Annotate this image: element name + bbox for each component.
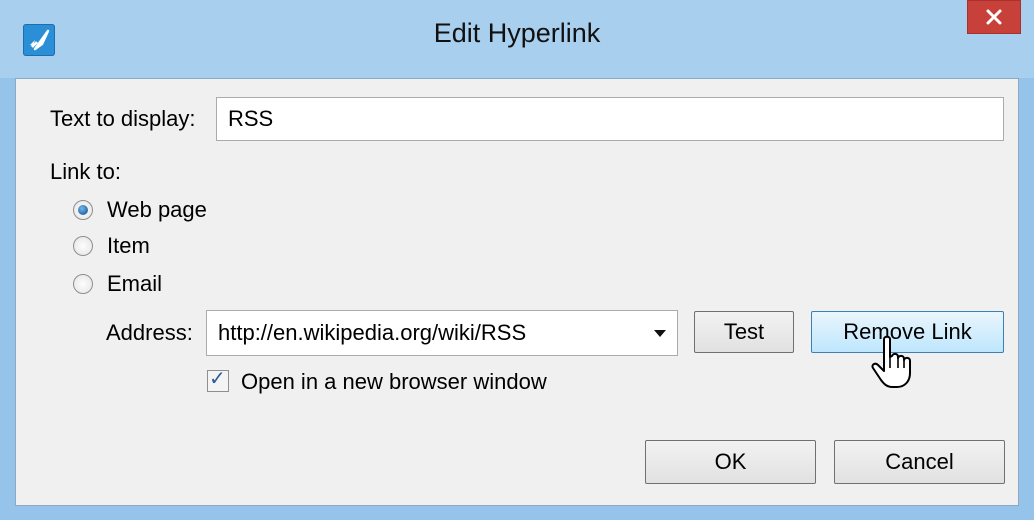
- radio-button[interactable]: [73, 274, 93, 294]
- radio-button[interactable]: [73, 200, 93, 220]
- dialog-title: Edit Hyperlink: [433, 18, 601, 48]
- close-button[interactable]: [967, 0, 1021, 34]
- radio-label: Email: [107, 271, 163, 296]
- address-combobox[interactable]: http://en.wikipedia.org/wiki/RSS: [206, 310, 678, 356]
- link-to-label: Link to:: [50, 159, 121, 184]
- edit-hyperlink-dialog: Edit Hyperlink Text to display: RSS Link…: [0, 0, 1034, 520]
- radio-button[interactable]: [73, 236, 93, 256]
- text-to-display-input[interactable]: RSS: [216, 97, 1004, 141]
- hand-pointer-icon: [868, 335, 916, 391]
- title-bar[interactable]: Edit Hyperlink: [0, 0, 1034, 78]
- chevron-down-icon[interactable]: [654, 330, 666, 337]
- open-new-window-label: Open in a new browser window: [241, 369, 547, 394]
- radio-label: Item: [107, 233, 150, 258]
- open-new-window-checkbox[interactable]: ✓: [207, 368, 229, 392]
- checkmark-icon: ✓: [209, 368, 226, 390]
- address-label: Address:: [106, 320, 193, 345]
- cancel-button[interactable]: Cancel: [834, 440, 1005, 484]
- text-to-display-label: Text to display:: [50, 106, 196, 131]
- radio-label: Web page: [107, 197, 207, 222]
- close-icon: [986, 9, 1002, 25]
- address-value: http://en.wikipedia.org/wiki/RSS: [218, 320, 527, 345]
- test-button[interactable]: Test: [694, 311, 794, 353]
- ok-button[interactable]: OK: [645, 440, 816, 484]
